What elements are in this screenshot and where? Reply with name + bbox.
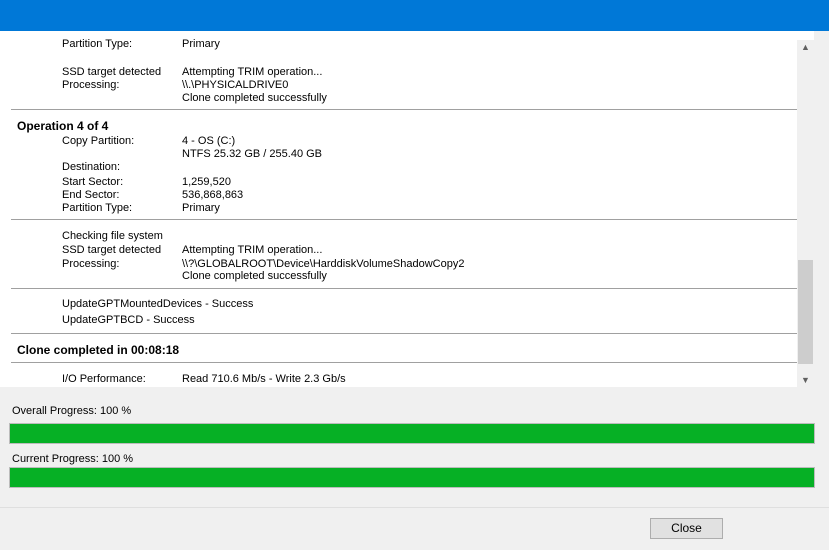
current-progress-label: Current Progress: 100 % [12, 453, 134, 465]
partition-type-value: Primary [182, 202, 220, 214]
checking-file-system: Checking file system [62, 230, 163, 242]
separator [11, 362, 814, 363]
ssd-target-label: SSD target detected [62, 244, 162, 256]
processing-label: Processing: [62, 258, 120, 270]
clone-result: Clone completed successfully [182, 92, 327, 104]
start-sector-value: 1,259,520 [182, 176, 231, 188]
separator [11, 333, 814, 334]
processing-value: \\.\PHYSICALDRIVE0 [182, 79, 289, 91]
copy-partition-fs: NTFS 25.32 GB / 255.40 GB [182, 148, 323, 160]
current-progress-bar [9, 467, 815, 488]
scroll-thumb[interactable] [798, 260, 813, 364]
ssd-target-label: SSD target detected [62, 66, 162, 78]
title-bar[interactable] [0, 0, 829, 31]
overall-progress-bar [9, 423, 815, 444]
scroll-up-arrow-icon[interactable]: ▲ [797, 40, 814, 54]
processing-label: Processing: [62, 79, 120, 91]
partition-type-value: Primary [182, 38, 220, 50]
io-performance-label: I/O Performance: [62, 373, 146, 385]
clone-result: Clone completed successfully [182, 270, 327, 282]
io-performance-value: Read 710.6 Mb/s - Write 2.3 Gb/s [182, 373, 346, 385]
overall-progress-fill [10, 424, 814, 443]
close-button[interactable]: Close [650, 518, 723, 539]
ssd-target-value: Attempting TRIM operation... [182, 66, 323, 78]
clone-log-panel: Partition Type: Primary SSD target detec… [0, 31, 814, 387]
copy-partition-value: 4 - OS (C:) [182, 135, 236, 147]
update-gpt-bcd: UpdateGPTBCD - Success [62, 314, 195, 326]
start-sector-label: Start Sector: [62, 176, 124, 188]
partition-type-label: Partition Type: [62, 202, 133, 214]
end-sector-label: End Sector: [62, 189, 120, 201]
separator [11, 219, 814, 220]
update-gpt-mounted-devices: UpdateGPTMountedDevices - Success [62, 298, 254, 310]
end-sector-value: 536,868,863 [182, 189, 244, 201]
partition-type-label: Partition Type: [62, 38, 133, 50]
log-scrollbar[interactable]: ▲ ▼ [797, 40, 814, 387]
scroll-down-arrow-icon[interactable]: ▼ [797, 373, 814, 387]
processing-value: \\?\GLOBALROOT\Device\HarddiskVolumeShad… [182, 258, 465, 270]
separator [11, 288, 814, 289]
ssd-target-value: Attempting TRIM operation... [182, 244, 323, 256]
footer-divider [0, 507, 829, 508]
current-progress-fill [10, 468, 814, 487]
overall-progress-label: Overall Progress: 100 % [12, 405, 132, 417]
clone-completed-header: Clone completed in 00:08:18 [17, 343, 180, 357]
separator [11, 109, 814, 110]
destination-label: Destination: [62, 161, 121, 173]
operation-header: Operation 4 of 4 [17, 119, 109, 133]
copy-partition-label: Copy Partition: [62, 135, 135, 147]
